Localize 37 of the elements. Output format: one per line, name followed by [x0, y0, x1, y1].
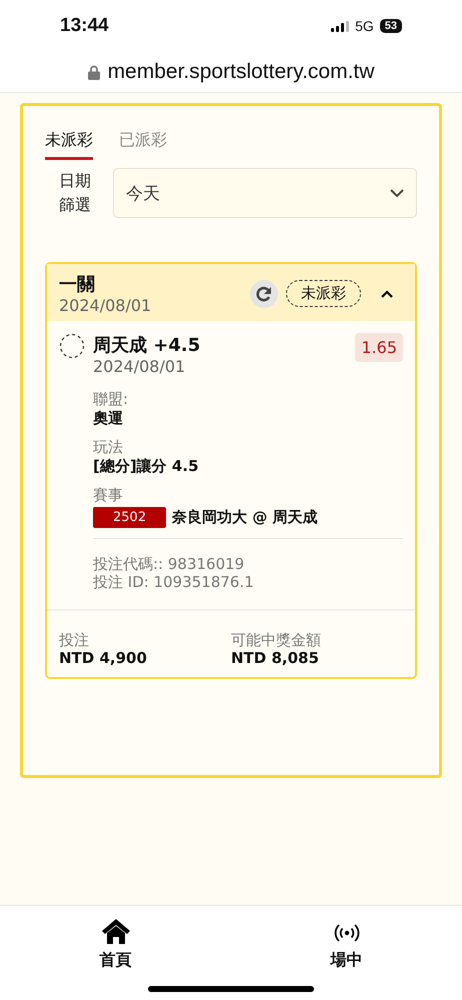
detail-label: 聯盟:: [93, 390, 130, 409]
match-name: 奈良岡功大 @ 周天成: [172, 508, 318, 527]
stake-label: 投注: [59, 631, 90, 649]
chevron-down-icon: [390, 188, 404, 198]
bet-type: 一關: [59, 273, 96, 296]
tab[interactable]: 未派彩: [45, 126, 93, 160]
bet-code: 投注代碼:: 98316019: [93, 555, 246, 573]
signal-icon: [331, 20, 350, 32]
network-label: 5G: [355, 18, 374, 34]
broadcast-icon: [334, 922, 360, 944]
lock-icon: [88, 64, 100, 80]
detail-label: 玩法: [93, 438, 124, 457]
bet-code: 投注 ID: 109351876.1: [93, 573, 255, 591]
event-label: 賽事: [93, 486, 124, 505]
date-select[interactable]: 今天: [113, 168, 417, 218]
home-icon: [100, 918, 130, 944]
odds-badge: 1.65: [355, 333, 403, 362]
stake-value: NTD 4,900: [59, 649, 148, 667]
event-code-badge: 2502: [93, 507, 166, 528]
detail-value: 奧運: [93, 409, 124, 428]
nav-button[interactable]: 場中: [306, 916, 386, 972]
payout-label: 可能中獎金額: [231, 631, 322, 649]
radio-circle-icon: [59, 333, 85, 359]
url-text[interactable]: member.sportslottery.com.tw: [108, 60, 374, 84]
bet-date: 2024/08/01: [59, 296, 152, 315]
nav-button[interactable]: 首頁: [76, 916, 156, 972]
selection-name: 周天成 +4.5: [93, 334, 202, 357]
payout-value: NTD 8,085: [231, 649, 320, 667]
battery-indicator: 53: [380, 19, 402, 33]
bet-header[interactable]: 一關 2024/08/01 未派彩: [47, 264, 415, 321]
detail-value: [總分]讓分 4.5: [93, 457, 200, 476]
status-badge: 未派彩: [286, 280, 361, 307]
refresh-icon[interactable]: [250, 280, 278, 308]
caret-icon[interactable]: [381, 290, 393, 298]
status-time: 13:44: [60, 15, 109, 37]
filter-label: 日期篩選: [59, 170, 91, 216]
selection-date: 2024/08/01: [93, 357, 186, 376]
